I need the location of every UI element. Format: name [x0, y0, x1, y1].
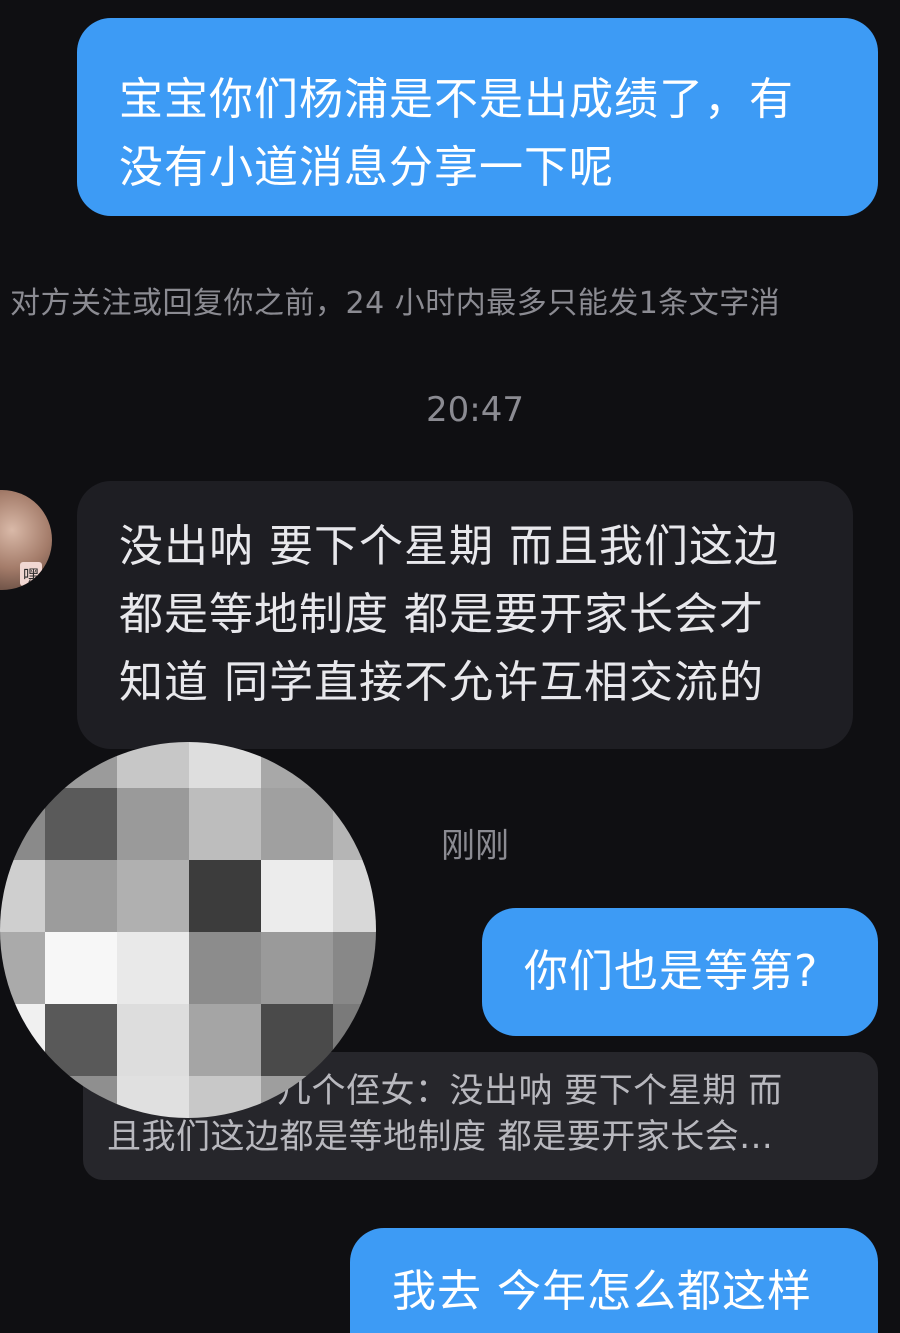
mosaic-cell [0, 1076, 45, 1118]
mosaic-cell [189, 788, 261, 860]
mosaic-cell [189, 860, 261, 932]
mosaic-cell [45, 932, 117, 1004]
mosaic-cell [45, 742, 117, 788]
mosaic-cell [117, 788, 189, 860]
message-text: 你们也是等第? [524, 946, 819, 997]
message-text-line: 没有小道消息分享一下呢 [119, 142, 614, 193]
message-limit-notice: 对方关注或回复你之前，24 小时内最多只能发1条文字消 [10, 286, 781, 321]
sent-message-bubble[interactable]: 你们也是等第? [482, 908, 878, 1036]
mosaic-cell [189, 1004, 261, 1076]
quote-text-line: 且我们这边都是等地制度 都是要开家长会... [107, 1117, 774, 1157]
received-message-bubble[interactable]: 没出呐 要下个星期 而且我们这边 都是等地制度 都是要开家长会才 知道 同学直接… [77, 481, 853, 749]
mosaic-cell [45, 788, 117, 860]
message-text-line: 都是等地制度 都是要开家长会才 [119, 589, 764, 640]
mosaic-cell [261, 860, 333, 932]
mosaic-cell [117, 1004, 189, 1076]
chat-screen: 宝宝你们杨浦是不是出成绩了，有 没有小道消息分享一下呢 对方关注或回复你之前，2… [0, 0, 900, 1333]
mosaic-cell [261, 932, 333, 1004]
mosaic-cell [0, 932, 45, 1004]
mosaic-cell [117, 860, 189, 932]
sent-message-bubble[interactable]: 宝宝你们杨浦是不是出成绩了，有 没有小道消息分享一下呢 [77, 18, 878, 216]
mosaic-cell [0, 788, 45, 860]
timestamp: 20:47 [426, 390, 524, 430]
mosaic-cell [333, 860, 376, 932]
pixelated-avatar-overlay [0, 742, 376, 1118]
avatar-badge: 嘿 [19, 562, 42, 586]
mosaic-cell [261, 788, 333, 860]
sent-message-bubble[interactable]: 我去 今年怎么都这样 [350, 1228, 878, 1333]
mosaic-cell [333, 932, 376, 1004]
mosaic-cell [45, 860, 117, 932]
message-text-line: 知道 同学直接不允许互相交流的 [119, 657, 764, 708]
message-text-line: 宝宝你们杨浦是不是出成绩了，有 [119, 74, 794, 125]
mosaic-cell [0, 860, 45, 932]
mosaic-cell [189, 932, 261, 1004]
avatar[interactable]: 嘿 [0, 490, 52, 590]
mosaic-cell [117, 932, 189, 1004]
mosaic-cell [45, 1004, 117, 1076]
mosaic-cell [0, 742, 45, 788]
message-text-line: 没出呐 要下个星期 而且我们这边 [119, 521, 779, 572]
message-text: 我去 今年怎么都这样 [392, 1266, 812, 1317]
mosaic-cell [0, 1004, 45, 1076]
